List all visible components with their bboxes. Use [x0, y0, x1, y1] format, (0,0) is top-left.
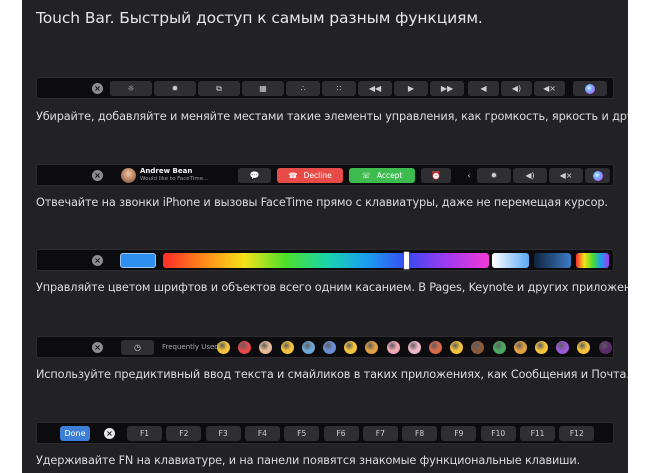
emoji-key[interactable]	[259, 341, 273, 354]
close-icon[interactable]: ×	[92, 342, 103, 353]
function-key-f9[interactable]: F9	[441, 426, 477, 441]
siri-button[interactable]	[573, 81, 607, 96]
brightness-up-button[interactable]: ✹	[154, 81, 196, 96]
selected-color-swatch[interactable]	[120, 253, 156, 268]
volume-up-button[interactable]: ◀)	[501, 81, 532, 96]
siri-icon	[592, 170, 603, 181]
caption-color-picker: Управляйте цветом шрифтов и объектов все…	[36, 281, 628, 294]
emoji-key[interactable]	[217, 341, 230, 354]
clock-icon: ◷	[134, 342, 141, 352]
emoji-key[interactable]	[471, 341, 485, 354]
emoji-key[interactable]	[280, 341, 294, 354]
function-key-f10[interactable]: F10	[480, 426, 516, 441]
message-reply-button[interactable]: 💬	[238, 168, 271, 183]
function-key-f6[interactable]: F6	[323, 426, 359, 441]
palette-swatch[interactable]	[576, 253, 609, 268]
emoji-key[interactable]	[556, 341, 570, 354]
decline-label: Decline	[303, 171, 332, 180]
hue-slider-handle[interactable]	[403, 251, 410, 270]
phone-down-icon: ☎	[288, 171, 298, 180]
emoji-key[interactable]	[450, 341, 464, 354]
caller-status: Would like to FaceTime…	[140, 176, 209, 182]
emoji-key[interactable]	[301, 341, 315, 354]
play-button[interactable]: ▶	[394, 81, 428, 96]
chevron-left-icon[interactable]: ‹	[461, 168, 477, 183]
emoji-key[interactable]	[238, 341, 252, 354]
accept-label: Accept	[376, 171, 403, 180]
close-icon[interactable]: ×	[92, 170, 103, 181]
volume-down-button[interactable]: ◀	[468, 81, 499, 96]
accept-button[interactable]: ☏ Accept	[349, 168, 415, 183]
emoji-key[interactable]	[386, 341, 400, 354]
emoji-key[interactable]	[344, 341, 358, 354]
fast-forward-button[interactable]: ▶▶	[430, 81, 464, 96]
touch-bar-features-panel: Touch Bar. Быстрый доступ к самым разным…	[22, 0, 628, 473]
done-button[interactable]: Done	[60, 426, 90, 441]
emoji-key[interactable]	[492, 341, 506, 354]
caller-name: Andrew Bean	[140, 167, 193, 175]
recent-emoji-button[interactable]: ◷	[121, 340, 154, 355]
phone-icon: ☏	[361, 171, 371, 180]
emoji-key[interactable]	[407, 341, 421, 354]
emoji-key[interactable]	[513, 341, 527, 354]
close-icon[interactable]: ×	[104, 428, 115, 439]
function-key-f4[interactable]: F4	[244, 426, 280, 441]
touch-bar-function-keys: Done × F1 F2 F3 F4 F5 F6 F7 F8 F9 F10 F11 F12	[36, 422, 614, 444]
caller-avatar	[121, 168, 136, 183]
siri-icon	[585, 83, 595, 94]
function-key-f12[interactable]: F12	[559, 426, 595, 441]
emoji-key[interactable]	[323, 341, 336, 354]
decline-button[interactable]: ☎ Decline	[277, 168, 343, 183]
caption-emoji: Используйте предиктивный ввод текста и с…	[36, 368, 628, 381]
keyboard-light-up-button[interactable]: ∷	[322, 81, 356, 96]
close-icon[interactable]: ×	[92, 83, 103, 94]
brightness-down-button[interactable]: ☼	[110, 81, 152, 96]
saturation-swatch[interactable]	[534, 253, 571, 268]
mute-button[interactable]: ◀×	[534, 81, 565, 96]
frequently-used-label: Frequently Used	[162, 343, 219, 351]
emoji-key[interactable]	[577, 341, 591, 354]
function-key-f8[interactable]: F8	[402, 426, 438, 441]
volume-button[interactable]: ◀)	[513, 168, 547, 183]
emoji-key[interactable]	[598, 341, 612, 354]
mute-button[interactable]: ◀×	[549, 168, 583, 183]
touch-bar-control-strip: × ☼ ✹ ⧉ ▦ ∴ ∷ ◀◀ ▶ ▶▶ ◀ ◀) ◀×	[36, 77, 614, 99]
rewind-button[interactable]: ◀◀	[358, 81, 392, 96]
mission-control-button[interactable]: ⧉	[198, 81, 240, 96]
caption-function-keys: Удерживайте FN на клавиатуре, и на панел…	[36, 454, 580, 467]
caption-control-strip: Убирайте, добавляйте и меняйте местами т…	[36, 110, 628, 123]
caption-incoming-call: Отвечайте на звонки iPhone и вызовы Face…	[36, 196, 608, 209]
hue-slider[interactable]	[163, 253, 489, 268]
emoji-key[interactable]	[429, 341, 442, 354]
function-key-f3[interactable]: F3	[205, 426, 241, 441]
function-key-f5[interactable]: F5	[284, 426, 320, 441]
brightness-button[interactable]: ✹	[477, 168, 511, 183]
launchpad-button[interactable]: ▦	[242, 81, 284, 96]
function-key-f2[interactable]: F2	[166, 426, 202, 441]
siri-button[interactable]	[585, 168, 610, 183]
emoji-key[interactable]	[535, 341, 548, 354]
page-title: Touch Bar. Быстрый доступ к самым разным…	[36, 9, 483, 27]
touch-bar-incoming-call: × Andrew Bean Would like to FaceTime… 💬 …	[36, 164, 614, 186]
function-key-f11[interactable]: F11	[520, 426, 555, 441]
touch-bar-emoji: × ◷ Frequently Used	[36, 336, 614, 358]
lightness-swatch[interactable]	[492, 253, 529, 268]
remind-me-button[interactable]: ⏰	[421, 168, 451, 183]
emoji-key[interactable]	[365, 341, 379, 354]
keyboard-light-down-button[interactable]: ∴	[286, 81, 320, 96]
function-key-f1[interactable]: F1	[127, 426, 162, 441]
close-icon[interactable]: ×	[92, 255, 103, 266]
function-key-f7[interactable]: F7	[362, 426, 398, 441]
touch-bar-color-picker: ×	[36, 249, 614, 271]
